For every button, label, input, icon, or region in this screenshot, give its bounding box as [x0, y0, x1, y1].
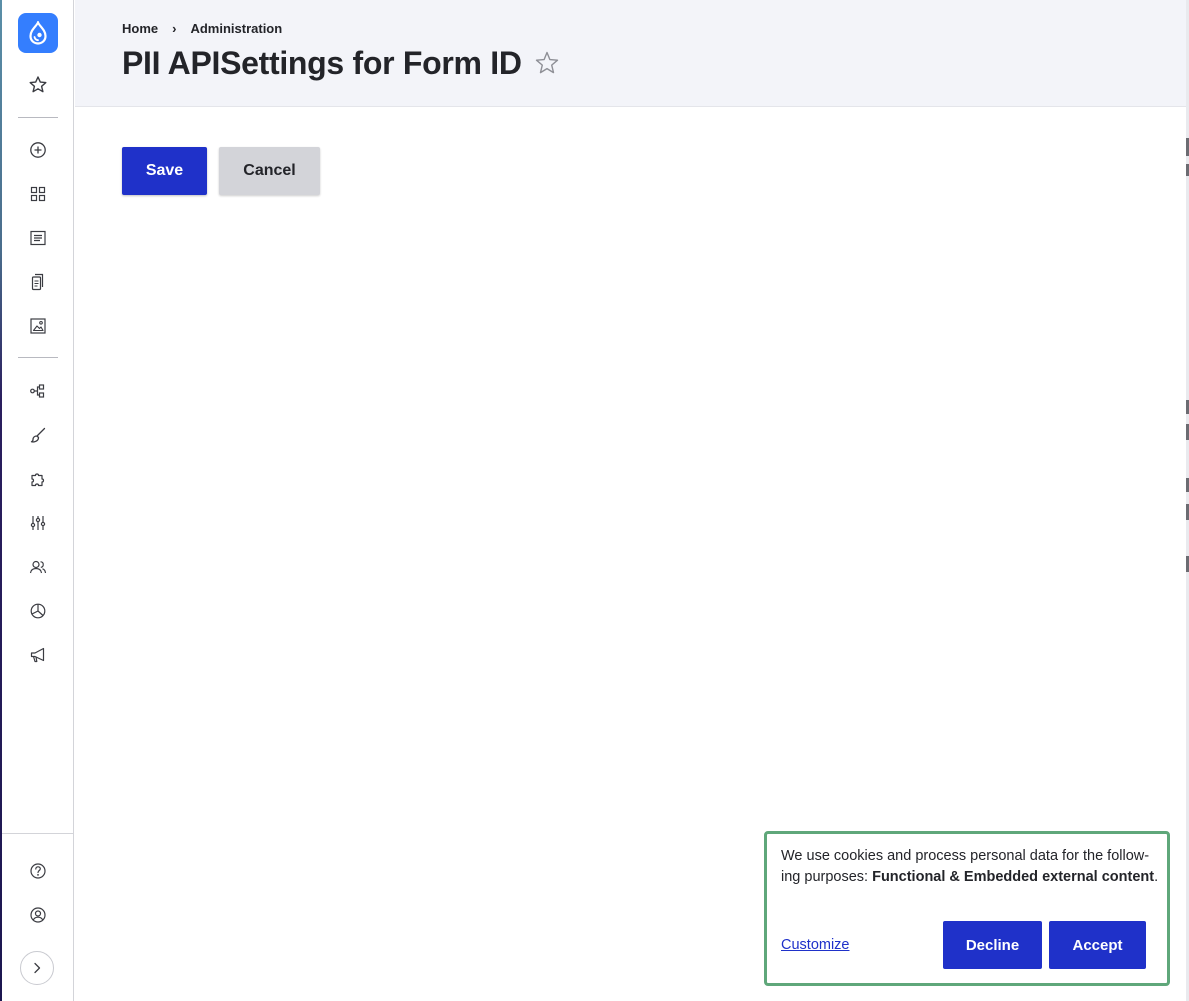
- people-icon[interactable]: [25, 554, 51, 580]
- sidebar-divider: [18, 357, 58, 358]
- admin-toolbar-sidebar: [2, 0, 74, 1001]
- favorite-star-icon[interactable]: [534, 50, 560, 76]
- puzzle-icon[interactable]: [25, 466, 51, 492]
- cookie-message: We use cookies and process personal data…: [781, 846, 1159, 888]
- cookie-purposes: Functional & Embedded external con­tent: [872, 869, 1155, 885]
- breadcrumb: Home › Administration: [122, 21, 282, 36]
- expand-sidebar-button[interactable]: [20, 951, 54, 985]
- breadcrumb-administration-link[interactable]: Administration: [190, 21, 282, 36]
- sidebar-divider: [18, 117, 58, 118]
- user-icon[interactable]: [25, 902, 51, 928]
- content-list-icon[interactable]: [25, 225, 51, 251]
- chevron-right-icon: [34, 962, 41, 974]
- page-header: Home › Administration PII APISettings fo…: [75, 0, 1186, 107]
- page-title: PII APISettings for Form ID: [122, 45, 522, 81]
- save-button[interactable]: Save: [122, 147, 207, 195]
- cookie-accept-button[interactable]: Accept: [1049, 921, 1146, 969]
- sidebar-divider: [2, 833, 73, 834]
- cookie-customize-link[interactable]: Customize: [781, 937, 850, 953]
- grid-icon[interactable]: [25, 181, 51, 207]
- media-icon[interactable]: [25, 313, 51, 339]
- files-icon[interactable]: [25, 269, 51, 295]
- page-title-row: PII APISettings for Form ID: [122, 42, 560, 84]
- app-window: Home › Administration PII APISettings fo…: [0, 0, 1189, 1001]
- cancel-button[interactable]: Cancel: [219, 147, 320, 195]
- reports-icon[interactable]: [25, 598, 51, 624]
- breadcrumb-separator: ›: [172, 21, 177, 36]
- brush-icon[interactable]: [25, 422, 51, 448]
- sliders-icon[interactable]: [25, 510, 51, 536]
- cookie-consent-banner: We use cookies and process personal data…: [764, 831, 1170, 986]
- help-icon[interactable]: [25, 858, 51, 884]
- plus-circle-icon[interactable]: [25, 137, 51, 163]
- structure-icon[interactable]: [25, 378, 51, 404]
- cookie-message-end: .: [1154, 869, 1159, 885]
- star-icon[interactable]: [25, 72, 51, 98]
- cookie-decline-button[interactable]: Decline: [943, 921, 1042, 969]
- drupal-logo-icon[interactable]: [18, 13, 58, 53]
- breadcrumb-home-link[interactable]: Home: [122, 21, 158, 36]
- megaphone-icon[interactable]: [25, 642, 51, 668]
